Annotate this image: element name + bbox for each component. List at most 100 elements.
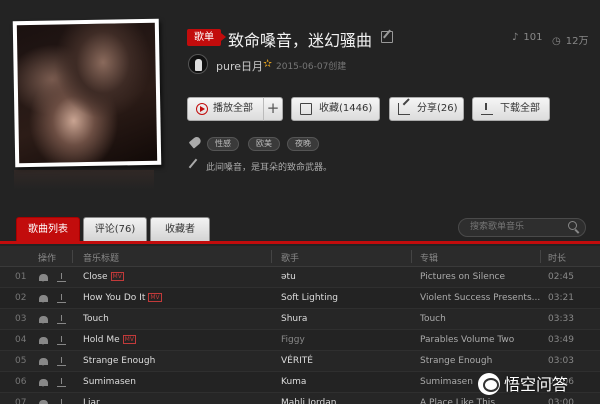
song-title[interactable]: Sumimasen	[83, 377, 136, 387]
mv-icon[interactable]: MV	[110, 272, 124, 281]
track-number: 01	[15, 272, 27, 282]
table-row[interactable]: 02 How You Do It MV Soft Lighting Violent Su…	[0, 288, 600, 309]
song-artist[interactable]: Figgy	[281, 335, 305, 345]
tag-item[interactable]: 夜晚	[287, 137, 319, 151]
song-duration: 03:00	[548, 398, 574, 404]
tab-songs[interactable]: 歌曲列表	[16, 217, 80, 241]
table-header: 操作 音乐标题 歌手 专辑 时长	[0, 246, 600, 267]
tab-collectors[interactable]: 收藏者	[150, 217, 210, 241]
song-duration: 03:03	[548, 356, 574, 366]
heart-icon[interactable]	[39, 358, 48, 366]
tag-item[interactable]: 性感	[207, 137, 239, 151]
tag-item[interactable]: 欧美	[248, 137, 280, 151]
heart-icon[interactable]	[39, 316, 48, 324]
download-icon[interactable]	[57, 399, 66, 404]
column-divider	[72, 250, 73, 263]
column-divider	[271, 250, 272, 263]
cover-image	[16, 22, 158, 164]
track-number: 06	[15, 377, 27, 387]
table-row[interactable]: 01 Close MV ətu Pictures on Silence 02:45	[0, 267, 600, 288]
song-album[interactable]: Violent Success Presents...	[420, 293, 540, 303]
heart-icon[interactable]	[39, 400, 48, 404]
download-icon[interactable]	[57, 294, 66, 303]
created-date: 2015-06-07创建	[276, 62, 347, 72]
search-icon[interactable]	[568, 221, 577, 230]
edit-icon[interactable]	[381, 31, 393, 43]
download-icon[interactable]	[57, 357, 66, 366]
song-artist[interactable]: Soft Lighting	[281, 293, 338, 303]
heart-icon[interactable]	[39, 295, 48, 303]
song-artist[interactable]: ətu	[281, 272, 296, 282]
header-artist[interactable]: 歌手	[281, 251, 299, 264]
playlist-badge: 歌单	[187, 29, 226, 46]
song-title[interactable]: Hold Me MV	[83, 335, 136, 345]
mv-icon[interactable]: MV	[122, 335, 136, 344]
playlist-cover[interactable]	[12, 18, 162, 170]
wukong-logo-icon	[478, 373, 500, 395]
track-number: 02	[15, 293, 27, 303]
song-title[interactable]: Liar	[83, 398, 100, 404]
song-album[interactable]: Touch	[420, 314, 446, 324]
header-duration[interactable]: 时长	[548, 251, 566, 264]
download-icon[interactable]	[57, 336, 66, 345]
song-artist[interactable]: Mahli Jordan	[281, 398, 336, 404]
header-actions: 操作	[38, 254, 57, 264]
playlist-page: 歌单 致命嗓音，迷幻骚曲 ♪ 101 ◷ 12万 pure日月 ✫ 2015-06-…	[0, 0, 600, 404]
play-icon	[196, 103, 208, 115]
download-icon[interactable]	[57, 315, 66, 324]
table-row[interactable]: 05 Strange Enough VÉRITÉ Strange Enough 03:0…	[0, 351, 600, 372]
watermark: 悟空问答	[478, 372, 568, 398]
heart-icon[interactable]	[39, 379, 48, 387]
comment-count: ◷ 12万	[552, 36, 589, 47]
download-icon[interactable]	[57, 378, 66, 387]
clock-icon: ◷	[552, 36, 561, 47]
table-row[interactable]: 03 Touch Shura Touch 03:33	[0, 309, 600, 330]
search-input[interactable]: 搜索歌单音乐	[458, 218, 586, 237]
song-artist[interactable]: Shura	[281, 314, 307, 324]
star-icon: ✫	[263, 57, 273, 70]
header-title[interactable]: 音乐标题	[83, 251, 119, 264]
song-title[interactable]: Touch	[83, 314, 109, 324]
song-album[interactable]: A Place Like This	[420, 398, 495, 404]
song-duration: 02:45	[548, 272, 574, 282]
mv-icon[interactable]: MV	[148, 293, 162, 302]
song-artist[interactable]: Kuma	[281, 377, 306, 387]
song-artist[interactable]: VÉRITÉ	[281, 356, 313, 366]
add-to-queue-button[interactable]: +	[263, 97, 283, 121]
column-divider	[411, 250, 412, 263]
playlist-title: 致命嗓音，迷幻骚曲	[228, 31, 373, 50]
pencil-icon	[188, 158, 198, 169]
tab-comments[interactable]: 评论(76)	[83, 217, 147, 241]
tag-icon	[188, 135, 203, 149]
share-button[interactable]: 分享(26)	[389, 97, 464, 121]
download-icon	[481, 103, 493, 115]
track-number: 07	[15, 398, 27, 404]
creator-avatar[interactable]	[188, 54, 208, 74]
share-icon	[398, 103, 410, 115]
song-duration: 03:21	[548, 293, 574, 303]
song-title[interactable]: Strange Enough	[83, 356, 155, 366]
song-album[interactable]: Pictures on Silence	[420, 272, 505, 282]
heart-icon[interactable]	[39, 274, 48, 282]
tab-underline	[0, 241, 600, 244]
header-album[interactable]: 专辑	[420, 251, 438, 264]
play-count: ♪ 101	[512, 32, 543, 43]
track-number: 04	[15, 335, 27, 345]
play-all-button[interactable]: 播放全部	[187, 97, 264, 121]
creator-name[interactable]: pure日月	[216, 58, 263, 74]
table-row[interactable]: 04 Hold Me MV Figgy Parables Volume Two 03:49	[0, 330, 600, 351]
song-title[interactable]: How You Do It MV	[83, 293, 162, 303]
song-album[interactable]: Strange Enough	[420, 356, 492, 366]
track-number: 03	[15, 314, 27, 324]
song-duration: 03:49	[548, 335, 574, 345]
song-album[interactable]: Sumimasen	[420, 377, 473, 387]
column-divider	[540, 250, 541, 263]
download-icon[interactable]	[57, 273, 66, 282]
collect-button[interactable]: 收藏(1446)	[291, 97, 380, 121]
song-title[interactable]: Close MV	[83, 272, 124, 282]
download-all-button[interactable]: 下载全部	[472, 97, 550, 121]
folder-icon	[300, 103, 312, 115]
song-duration: 03:33	[548, 314, 574, 324]
song-album[interactable]: Parables Volume Two	[420, 335, 514, 345]
heart-icon[interactable]	[39, 337, 48, 345]
